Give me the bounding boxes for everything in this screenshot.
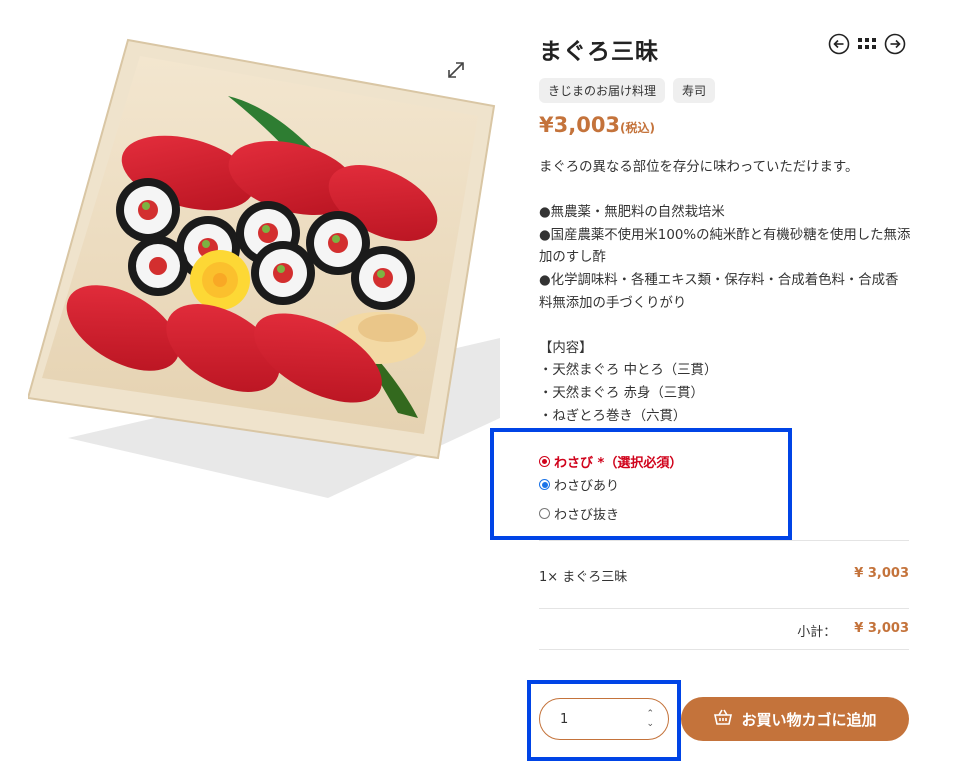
product-tags: きじまのお届け料理 寿司 [539, 78, 716, 103]
price-tax-note: (税込) [620, 121, 656, 135]
summary-line-item: 1× まぐろ三昧 ¥ 3,003 [539, 566, 909, 585]
grid-icon[interactable] [856, 33, 878, 55]
arrow-right-circle-icon[interactable] [884, 33, 906, 55]
arrow-left-circle-icon[interactable] [828, 33, 850, 55]
chevron-up-icon[interactable]: ⌃ [646, 709, 654, 719]
quantity-stepper[interactable]: 1 ⌃ ⌄ [539, 698, 669, 740]
option-wasabi-no[interactable]: わさび抜き [539, 504, 682, 523]
divider [539, 540, 909, 541]
sushi-box-illustration [28, 38, 500, 498]
stepper-arrows[interactable]: ⌃ ⌄ [646, 709, 654, 729]
divider [539, 649, 909, 650]
divider [539, 608, 909, 609]
product-image [28, 38, 500, 498]
wasabi-option-group: わさび *（選択必須） わさびあり わさび抜き [539, 452, 682, 523]
radio-wasabi-no[interactable] [539, 508, 550, 519]
product-title: まぐろ三昧 [539, 39, 659, 65]
subtotal-price: ¥ 3,003 [854, 621, 909, 636]
price-amount: ¥3,003 [539, 113, 621, 137]
product-navigation [828, 33, 906, 55]
expand-icon[interactable] [444, 58, 468, 82]
tag-category[interactable]: きじまのお届け料理 [539, 78, 666, 103]
option-choice-label: わさびあり [554, 479, 620, 494]
radio-wasabi-yes[interactable] [539, 479, 550, 490]
option-label: わさび *（選択必須） [539, 452, 682, 471]
option-label-text: わさび *（選択必須） [554, 456, 683, 471]
required-indicator-icon [539, 456, 550, 467]
product-description: まぐろの異なる部位を存分に味わっていただけます。 ●無農薬・無肥料の自然栽培米 … [539, 160, 911, 424]
tag-sushi[interactable]: 寿司 [673, 78, 716, 103]
add-to-cart-button[interactable]: お買い物カゴに追加 [681, 697, 909, 741]
subtotal-label: 小計： [797, 625, 837, 640]
chevron-down-icon[interactable]: ⌄ [646, 719, 654, 729]
line-item-price: ¥ 3,003 [854, 566, 909, 581]
option-choice-label: わさび抜き [554, 508, 620, 523]
line-item-label: 1× まぐろ三昧 [539, 570, 628, 585]
basket-icon [713, 708, 733, 730]
quantity-value[interactable]: 1 [560, 712, 568, 727]
summary-subtotal: 小計： ¥ 3,003 [539, 621, 909, 640]
product-price: ¥3,003(税込) [539, 113, 655, 137]
add-to-cart-label: お買い物カゴに追加 [741, 710, 877, 729]
option-wasabi-yes[interactable]: わさびあり [539, 475, 682, 494]
